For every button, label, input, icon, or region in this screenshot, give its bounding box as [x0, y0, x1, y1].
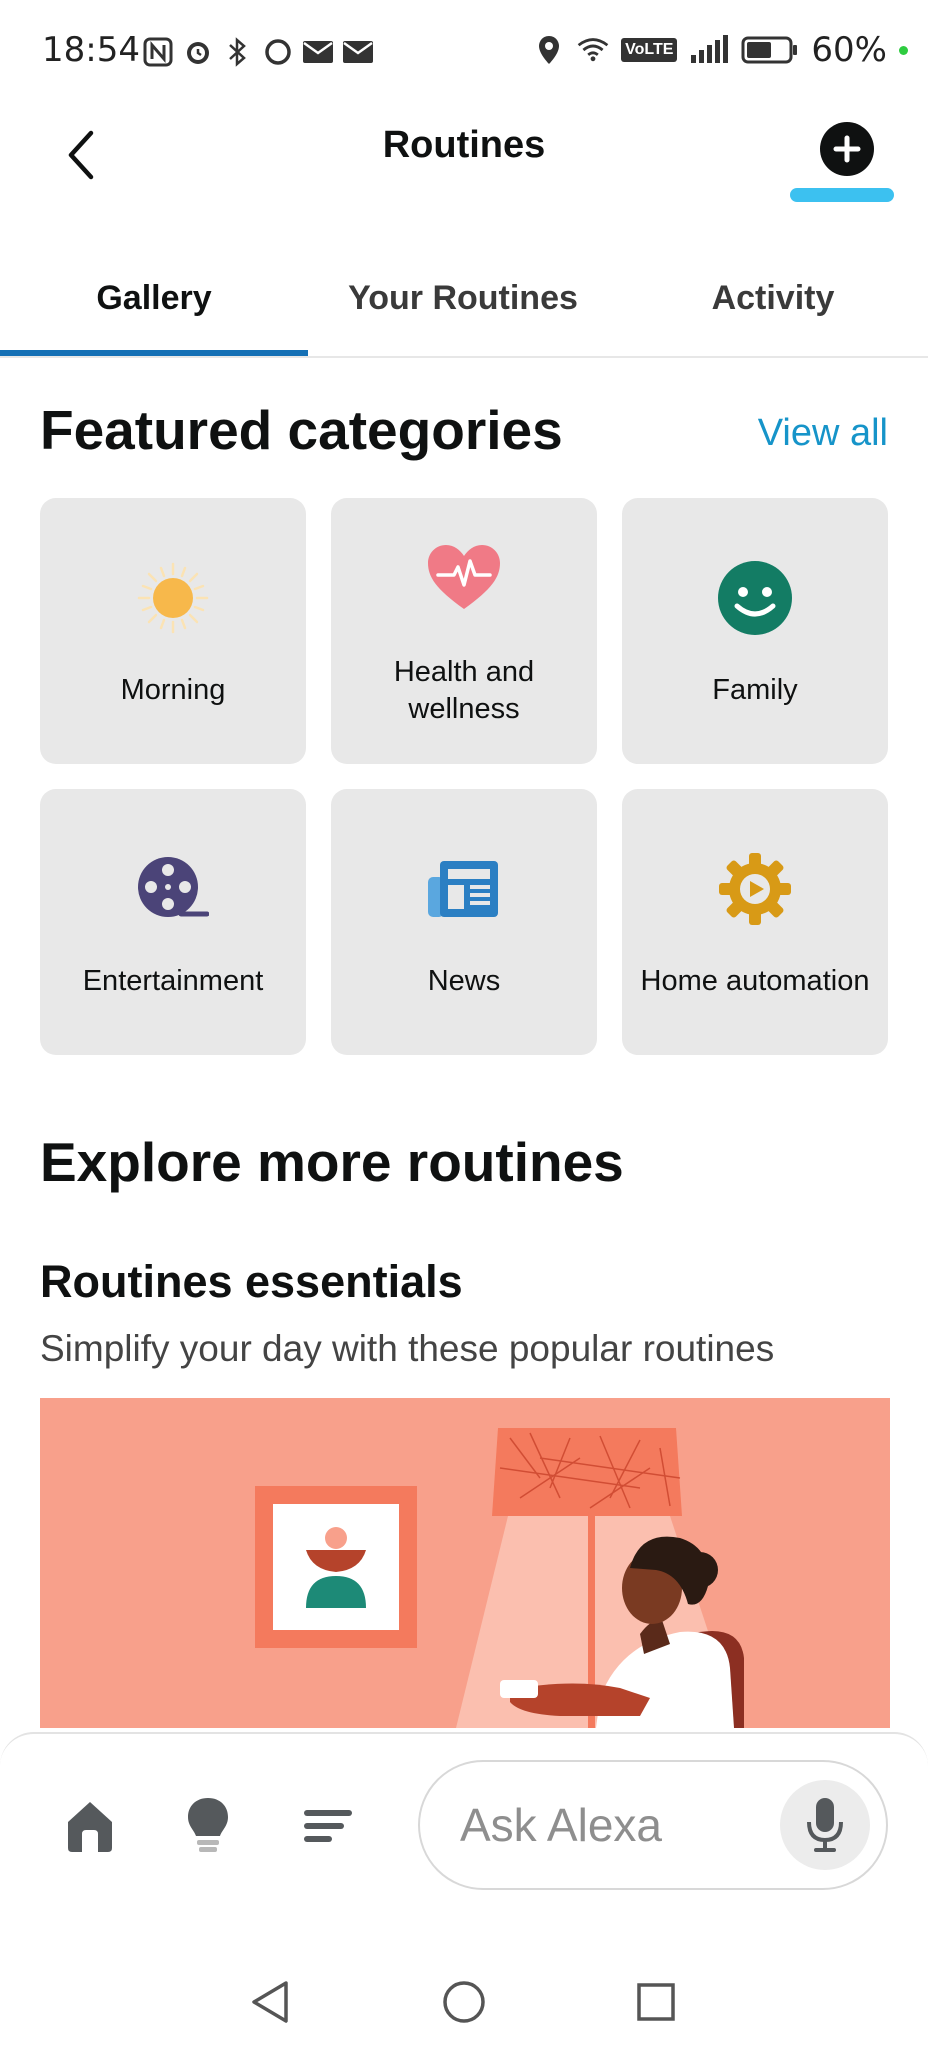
bluetooth-icon [222, 36, 254, 68]
category-label: Family [712, 674, 798, 706]
category-card-morning[interactable]: Morning [40, 498, 306, 764]
signal-icon [689, 34, 729, 66]
battery-icon [741, 34, 799, 66]
tab-bar: Gallery Your Routines Activity [0, 240, 928, 358]
routines-essentials-subtitle: Simplify your day with these popular rou… [40, 1328, 775, 1369]
status-time: 18:54 [42, 30, 140, 70]
category-card-health-and-wellness[interactable]: Health and wellness [331, 498, 597, 764]
home-icon [68, 1802, 112, 1852]
add-routine-button[interactable] [820, 122, 874, 176]
page-title: Routines [382, 124, 546, 166]
gear-play-icon [719, 853, 791, 925]
nav-more-button[interactable] [296, 1794, 360, 1858]
status-notification-icons [142, 36, 374, 68]
tab-activity[interactable]: Activity [618, 240, 928, 356]
banner-illustration [255, 1428, 744, 1728]
category-label: Morning [120, 674, 226, 706]
routines-essentials-title[interactable]: Routines essentials [40, 1256, 463, 1308]
add-button-highlight [790, 188, 894, 202]
microphone-icon [807, 1798, 843, 1852]
header: Routines [0, 110, 928, 220]
category-card-home-automation[interactable]: Home automation [622, 789, 888, 1055]
menu-lines-icon [304, 1810, 352, 1842]
home-circle-icon [443, 1981, 485, 2023]
tab-your-routines[interactable]: Your Routines [308, 240, 618, 356]
category-card-family[interactable]: Family [622, 498, 888, 764]
ask-alexa-field[interactable]: Ask Alexa [418, 1760, 888, 1890]
alarm-icon [182, 36, 214, 68]
sun-icon [137, 562, 209, 634]
category-label: News [427, 965, 501, 997]
view-all-link[interactable]: View all [758, 412, 888, 455]
location-icon [533, 34, 565, 66]
newspaper-icon [428, 861, 498, 917]
wifi-icon [577, 34, 609, 66]
circle-icon [262, 36, 294, 68]
heart-pulse-icon [428, 545, 500, 609]
explore-more-title: Explore more routines [40, 1131, 624, 1193]
film-reel-icon [138, 857, 209, 917]
ask-alexa-placeholder: Ask Alexa [460, 1799, 662, 1851]
recents-square-icon [637, 1983, 675, 2021]
featured-categories-title: Featured categories [40, 399, 563, 461]
battery-percent: 60% [811, 30, 887, 70]
volte-icon: VoLTE [621, 38, 678, 62]
category-label: Entertainment [82, 965, 264, 997]
system-navigation-bar [0, 1952, 928, 2048]
system-back-button[interactable] [240, 1972, 300, 2032]
mail-icon [342, 36, 374, 68]
privacy-indicator-dot [899, 45, 908, 55]
plus-circle-icon [833, 135, 861, 163]
category-label: Health and wellness [393, 656, 535, 725]
category-card-entertainment[interactable]: Entertainment [40, 789, 306, 1055]
nav-discover-button[interactable] [176, 1794, 240, 1858]
category-label: Home automation [640, 965, 870, 997]
mail-icon [302, 36, 334, 68]
featured-categories-header: Featured categories View all [40, 398, 890, 468]
tab-gallery[interactable]: Gallery [0, 240, 308, 356]
mic-button[interactable] [780, 1780, 870, 1870]
system-recents-button[interactable] [626, 1972, 686, 2032]
status-system-icons: VoLTE 60% [533, 30, 908, 70]
bottom-navigation: Ask Alexa [0, 1732, 928, 1952]
nfc-icon [142, 36, 174, 68]
smiley-face-icon [718, 561, 792, 635]
status-bar: 18:54 VoLTE 60% [0, 0, 928, 110]
lightbulb-icon [188, 1798, 228, 1852]
category-card-news[interactable]: News [331, 789, 597, 1055]
routines-essentials-banner[interactable] [40, 1398, 890, 1728]
nav-home-button[interactable] [58, 1794, 122, 1858]
system-home-button[interactable] [434, 1972, 494, 2032]
back-triangle-icon [252, 1981, 288, 2023]
active-tab-indicator [0, 350, 308, 356]
